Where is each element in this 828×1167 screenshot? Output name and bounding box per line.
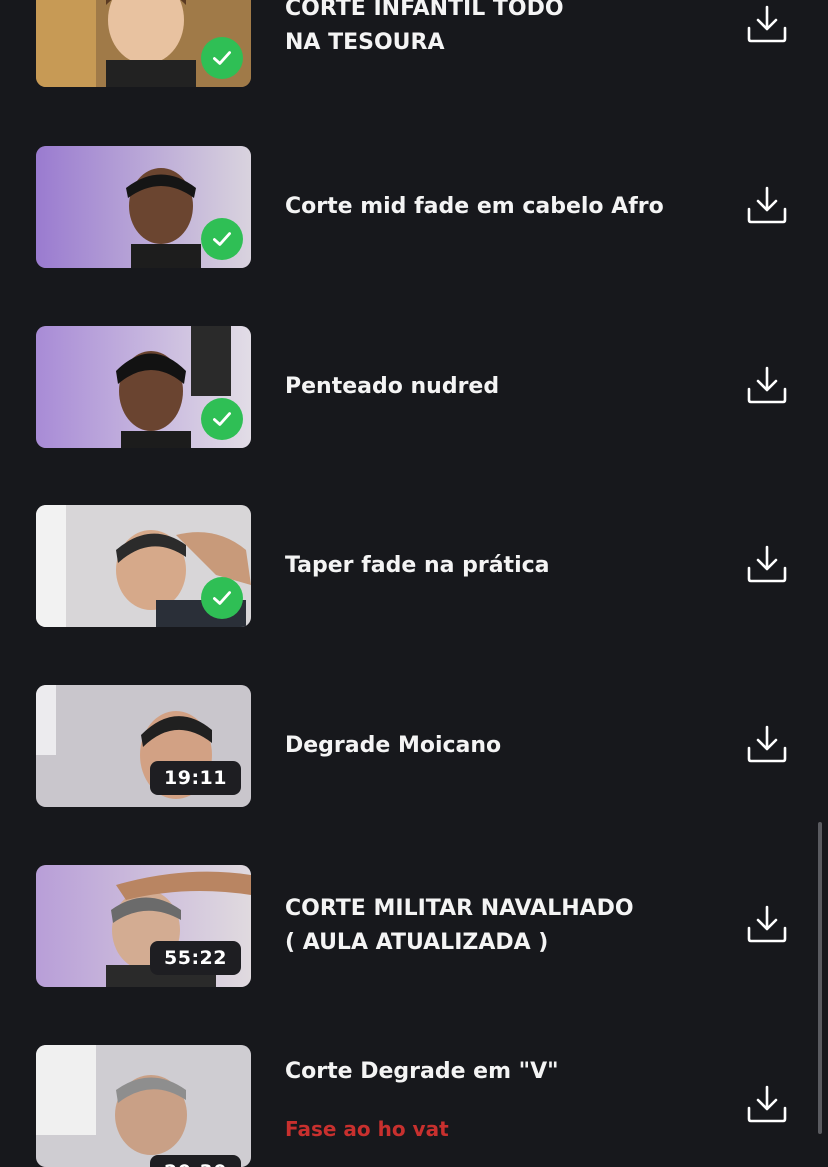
download-icon[interactable]	[744, 1, 790, 47]
duration-badge: 19:11	[150, 761, 241, 795]
completed-check-icon	[201, 577, 243, 619]
lesson-sub-label: Fase ao ho vat	[285, 1117, 449, 1141]
download-icon[interactable]	[744, 1081, 790, 1127]
lesson-thumbnail[interactable]	[36, 326, 251, 448]
completed-check-icon	[201, 218, 243, 260]
download-icon[interactable]	[744, 901, 790, 947]
lesson-title[interactable]: CORTE INFANTIL TODO NA TESOURA	[285, 0, 685, 60]
duration-badge: 20:30	[150, 1155, 241, 1167]
lesson-title[interactable]: Corte Degrade em "V"	[285, 1055, 685, 1089]
lesson-row[interactable]: 20:30 Corte Degrade em "V" Fase ao ho va…	[0, 1045, 828, 1167]
completed-check-icon	[201, 398, 243, 440]
lesson-thumbnail[interactable]	[36, 505, 251, 627]
duration-badge: 55:22	[150, 941, 241, 975]
lesson-thumbnail[interactable]: 20:30	[36, 1045, 251, 1167]
download-icon[interactable]	[744, 721, 790, 767]
lesson-thumbnail[interactable]: 55:22	[36, 865, 251, 987]
lesson-row[interactable]: 19:11 Degrade Moicano	[0, 685, 828, 807]
lesson-title[interactable]: Penteado nudred	[285, 370, 685, 404]
lesson-thumbnail[interactable]: 19:11	[36, 685, 251, 807]
lesson-title[interactable]: Taper fade na prática	[285, 549, 685, 583]
download-icon[interactable]	[744, 362, 790, 408]
lesson-thumbnail[interactable]	[36, 146, 251, 268]
download-icon[interactable]	[744, 182, 790, 228]
scrollbar[interactable]	[818, 822, 822, 1134]
thumbnail-image	[36, 1045, 251, 1167]
lesson-title[interactable]: CORTE MILITAR NAVALHADO ( AULA ATUALIZAD…	[285, 892, 685, 960]
download-icon[interactable]	[744, 541, 790, 587]
lesson-title[interactable]: Corte mid fade em cabelo Afro	[285, 190, 685, 224]
lesson-row[interactable]: Taper fade na prática	[0, 505, 828, 627]
lesson-title[interactable]: Degrade Moicano	[285, 729, 685, 763]
lesson-list: CORTE INFANTIL TODO NA TESOURA Corte mid…	[0, 0, 828, 1167]
completed-check-icon	[201, 37, 243, 79]
lesson-row[interactable]: 55:22 CORTE MILITAR NAVALHADO ( AULA ATU…	[0, 865, 828, 987]
lesson-thumbnail[interactable]	[36, 0, 251, 87]
lesson-row[interactable]: Corte mid fade em cabelo Afro	[0, 146, 828, 268]
lesson-row[interactable]: CORTE INFANTIL TODO NA TESOURA	[0, 0, 828, 87]
lesson-row[interactable]: Penteado nudred	[0, 326, 828, 448]
